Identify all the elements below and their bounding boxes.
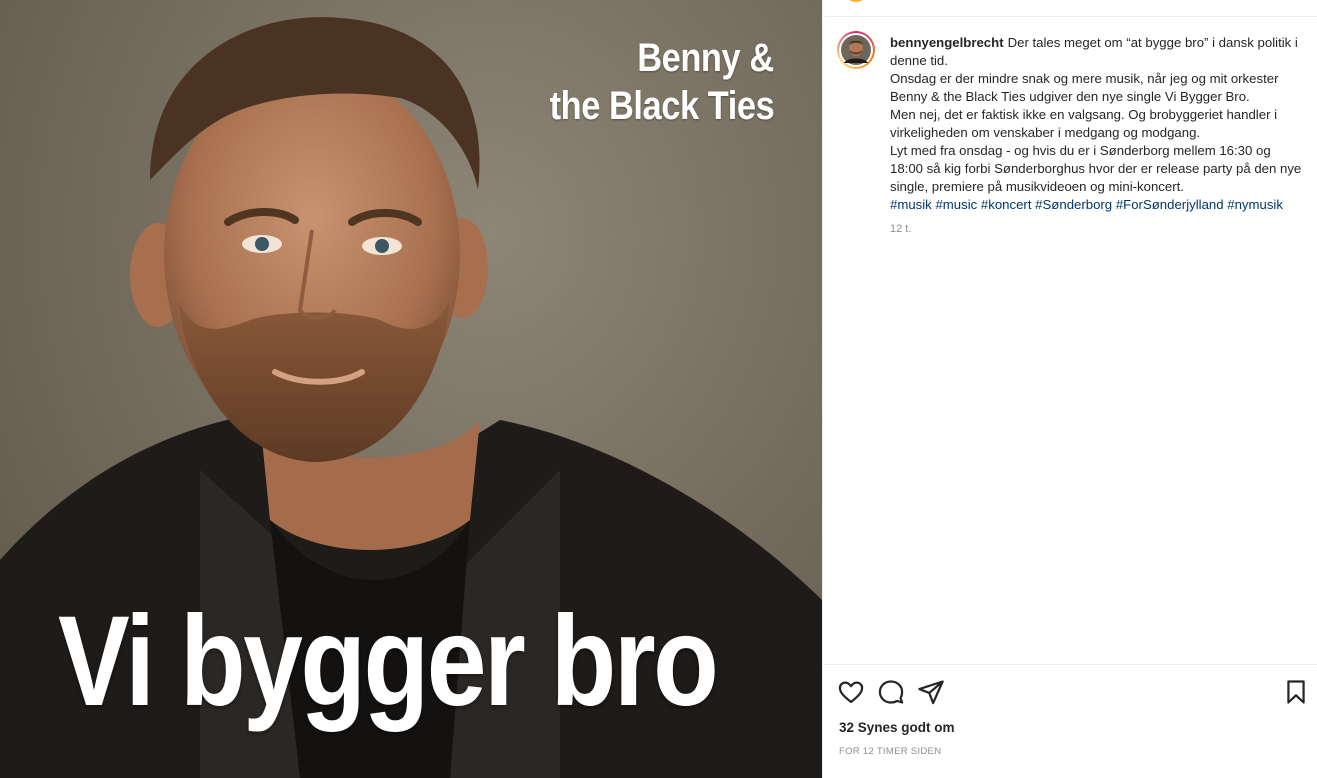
- avatar-image: [841, 35, 871, 65]
- hashtag-link[interactable]: #nymusik: [1227, 197, 1283, 212]
- post-side-panel: bennyengelbrecht Der tales meget om “at b…: [822, 0, 1317, 778]
- heart-icon[interactable]: [837, 678, 865, 706]
- action-bar: 32 Synes godt om FOR 12 TIMER SIDEN: [823, 664, 1317, 778]
- bookmark-icon[interactable]: [1282, 678, 1310, 706]
- band-name-line-2: the Black Ties: [549, 84, 774, 128]
- avatar[interactable]: [837, 31, 875, 69]
- hashtag-link[interactable]: #ForSønderjylland: [1116, 197, 1224, 212]
- post-image[interactable]: Benny & the Black Ties Vi bygger bro: [0, 0, 822, 778]
- hashtag-link[interactable]: #koncert: [981, 197, 1032, 212]
- post-header-divider: [823, 0, 1317, 17]
- header-avatar[interactable]: [843, 0, 869, 2]
- paper-plane-icon[interactable]: [917, 678, 945, 706]
- post-timestamp[interactable]: FOR 12 TIMER SIDEN: [839, 746, 941, 757]
- post-caption: bennyengelbrecht Der tales meget om “at b…: [890, 34, 1306, 238]
- hashtag-list: #musik #music #koncert #Sønderborg #ForS…: [890, 196, 1306, 214]
- song-title: Vi bygger bro: [58, 590, 719, 733]
- hashtag-link[interactable]: #music: [935, 197, 977, 212]
- comment-icon[interactable]: [877, 678, 905, 706]
- like-count[interactable]: 32 Synes godt om: [839, 720, 955, 735]
- caption-text-2: Onsdag er der mindre snak og mere musik,…: [890, 71, 1279, 104]
- caption-text-4: Lyt med fra onsdag - og hvis du er i Søn…: [890, 143, 1302, 194]
- caption-text-3: Men nej, det er faktisk ikke en valgsang…: [890, 107, 1278, 140]
- band-name-line-1: Benny &: [637, 36, 774, 80]
- caption-username[interactable]: bennyengelbrecht: [890, 35, 1004, 50]
- hashtag-link[interactable]: #Sønderborg: [1035, 197, 1112, 212]
- caption-age[interactable]: 12 t.: [890, 220, 1306, 238]
- hashtag-link[interactable]: #musik: [890, 197, 932, 212]
